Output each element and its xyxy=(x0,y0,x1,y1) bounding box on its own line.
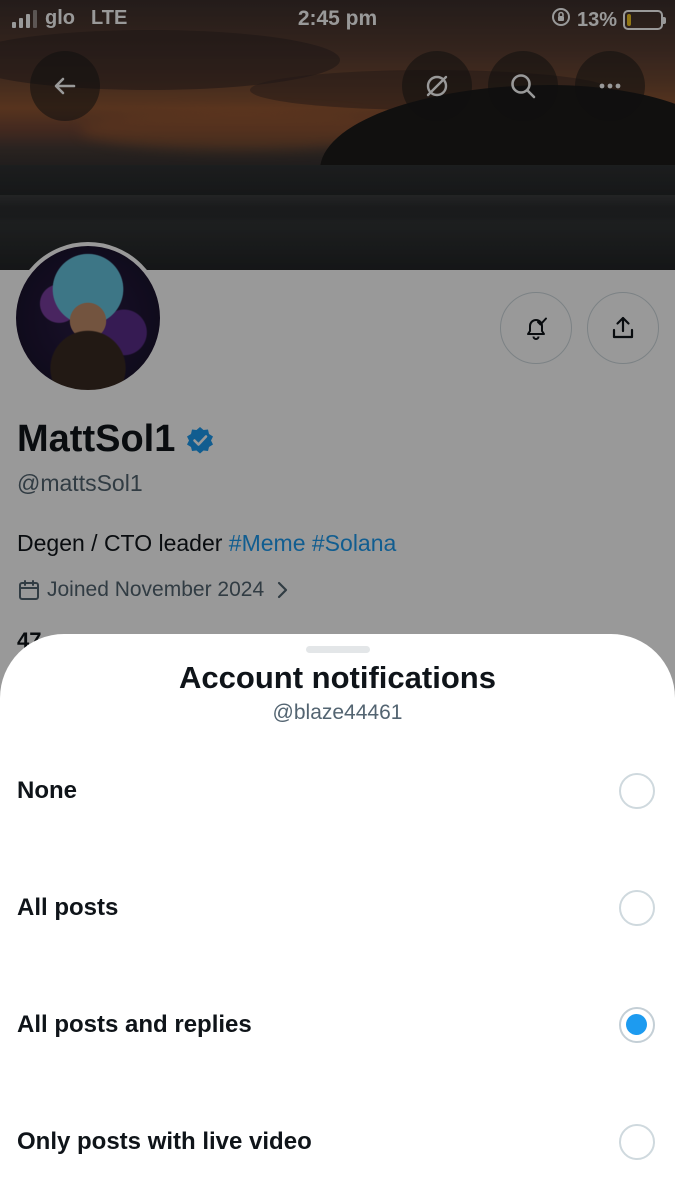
radio-button[interactable] xyxy=(619,890,655,926)
option-label: None xyxy=(17,777,77,804)
option-all-posts-and-replies[interactable]: All posts and replies xyxy=(0,985,675,1065)
radio-button[interactable] xyxy=(619,1007,655,1043)
option-label: All posts xyxy=(17,894,119,921)
option-all-posts[interactable]: All posts xyxy=(0,868,675,948)
account-notifications-sheet: Account notifications @blaze44461 None A… xyxy=(0,634,675,1200)
radio-button[interactable] xyxy=(619,1124,655,1160)
option-none[interactable]: None xyxy=(0,751,675,831)
option-label: All posts and replies xyxy=(17,1011,252,1038)
option-label: Only posts with live video xyxy=(17,1128,312,1155)
sheet-subtitle: @blaze44461 xyxy=(272,701,403,724)
option-live-video[interactable]: Only posts with live video xyxy=(0,1102,675,1182)
sheet-drag-handle[interactable] xyxy=(306,646,370,653)
sheet-title: Account notifications xyxy=(179,660,496,695)
radio-button[interactable] xyxy=(619,773,655,809)
